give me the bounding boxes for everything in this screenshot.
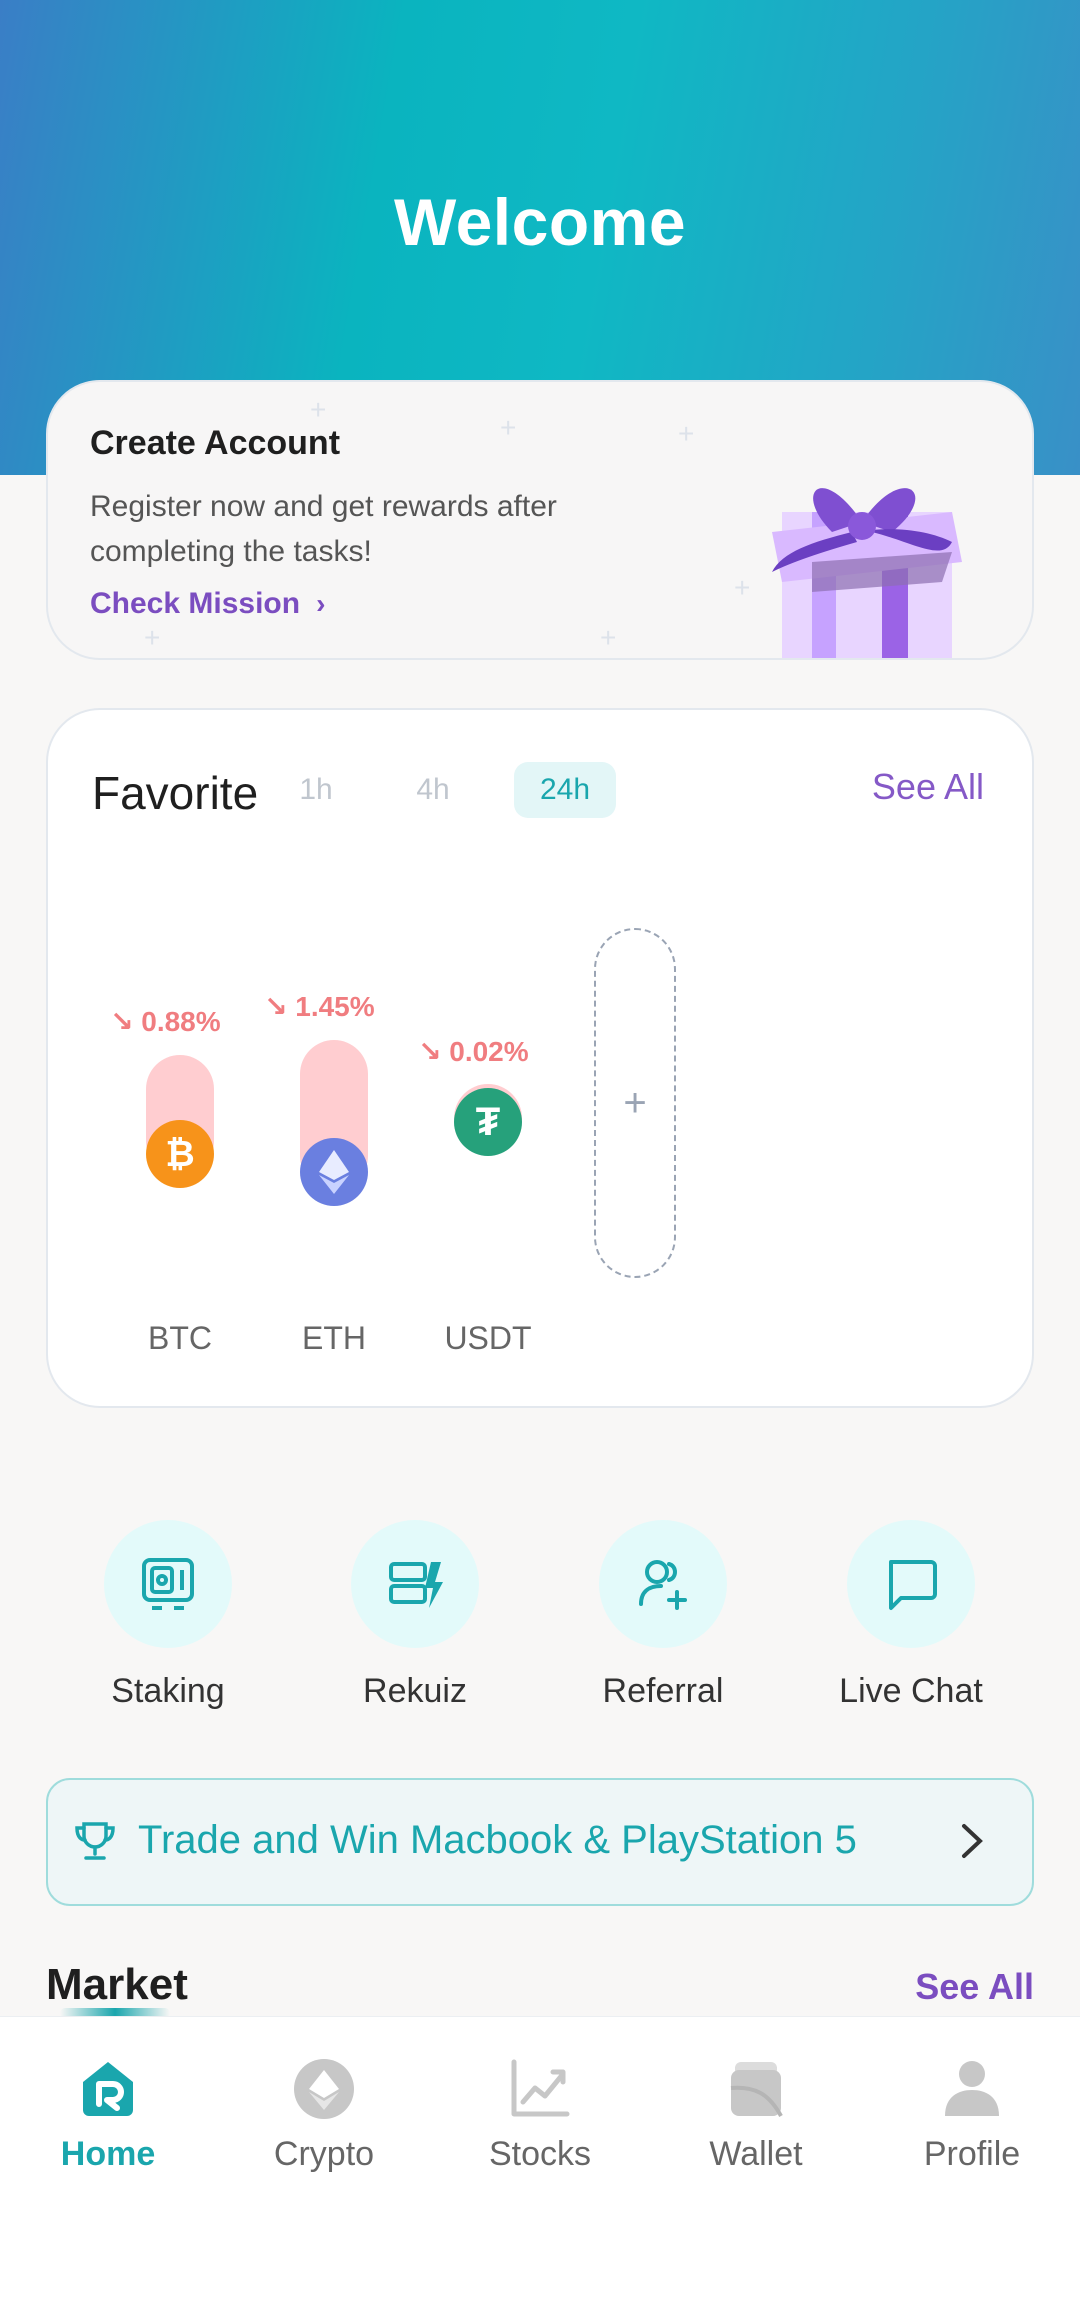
bitcoin-icon: ₿ [146,1120,214,1188]
tether-icon: ₮ [454,1088,522,1156]
tab-label: Stocks [488,2135,592,2173]
chevron-right-icon: › [308,588,326,619]
tab-profile[interactable]: Profile [864,2037,1080,2174]
wallet-icon [724,2057,788,2121]
tab-wallet[interactable]: Wallet [648,2037,864,2174]
quick-action-label: Rekuiz [363,1672,467,1710]
quick-action-label: Live Chat [839,1672,983,1710]
quick-action-rekuiz[interactable]: Rekuiz [330,1520,500,1711]
coin-label: USDT [444,1320,532,1356]
favorite-coin-usdt[interactable]: ↘ 0.02% ₮ USDT [418,710,558,1410]
tab-stocks[interactable]: Stocks [432,2037,648,2174]
create-account-title: Create Account [90,424,341,462]
quick-action-label: Referral [602,1672,724,1710]
coin-label: BTC [148,1320,212,1356]
change-badge: ↘ 0.88% [110,1005,221,1038]
sparkle-decoration: + [678,418,695,449]
gift-icon [772,488,962,658]
quick-action-referral[interactable]: Referral [578,1520,748,1711]
sparkle-decoration: + [144,622,161,653]
coin-label: ETH [302,1320,366,1356]
crypto-icon [292,2057,356,2121]
favorite-coin-btc[interactable]: ↘ 0.88% ₿ BTC [110,710,250,1410]
sparkle-decoration: + [500,412,517,443]
check-mission-label: Check Mission [90,587,301,620]
ethereum-icon [300,1138,368,1206]
change-value: 0.88% [141,1006,221,1037]
tab-label: Profile [923,2135,1021,2173]
tab-home[interactable]: Home [0,2037,216,2174]
market-title: Market [46,1960,188,2009]
quick-action-staking[interactable]: Staking [83,1520,253,1711]
quick-action-label: Staking [111,1672,225,1710]
arrow-down-right-icon: ↘ [264,991,288,1022]
trophy-icon [75,1822,115,1860]
change-badge: ↘ 0.02% [418,1035,529,1068]
tab-label: Wallet [709,2135,803,2173]
quick-action-live-chat[interactable]: Live Chat [826,1520,996,1711]
chevron-right-icon [962,1824,983,1858]
chat-icon [847,1520,975,1648]
favorite-coin-eth[interactable]: ↘ 1.45% ETH [264,710,404,1410]
change-value: 0.02% [449,1036,529,1067]
promo-text: Trade and Win Macbook & PlayStation 5 [138,1818,857,1862]
change-badge: ↘ 1.45% [264,990,375,1023]
stocks-icon [508,2057,572,2121]
check-mission-link[interactable]: Check Mission › [90,587,326,621]
arrow-down-right-icon: ↘ [110,1006,134,1037]
page-title: Welcome [393,185,687,259]
add-favorite-button[interactable]: + [594,928,676,1278]
bottom-tab-bar: Home Crypto Stocks Wallet Profile [0,2016,1080,2316]
tab-label: Home [60,2135,156,2173]
promo-banner[interactable]: Trade and Win Macbook & PlayStation 5 [46,1778,1034,1906]
profile-icon [940,2057,1004,2121]
create-account-description: Register now and get rewards after compl… [90,490,557,568]
market-see-all-link[interactable]: See All [915,1966,1034,2008]
favorite-see-all-link[interactable]: See All [872,766,984,808]
add-user-icon [599,1520,727,1648]
sparkle-decoration: + [734,572,751,603]
change-value: 1.45% [295,991,375,1022]
sparkle-decoration: + [600,622,617,653]
safe-icon [104,1520,232,1648]
sparkle-decoration: + [310,394,327,425]
create-account-card[interactable]: + + + + + + Create Account Register now … [46,380,1034,660]
quiz-icon [351,1520,479,1648]
tab-crypto[interactable]: Crypto [216,2037,432,2174]
home-icon [76,2057,140,2121]
favorite-card: Favorite 1h 4h 24h See All ↘ 0.88% ₿ BTC… [46,708,1034,1408]
plus-icon: + [623,1080,647,1125]
arrow-down-right-icon: ↘ [418,1036,442,1067]
tab-label: Crypto [273,2135,375,2173]
